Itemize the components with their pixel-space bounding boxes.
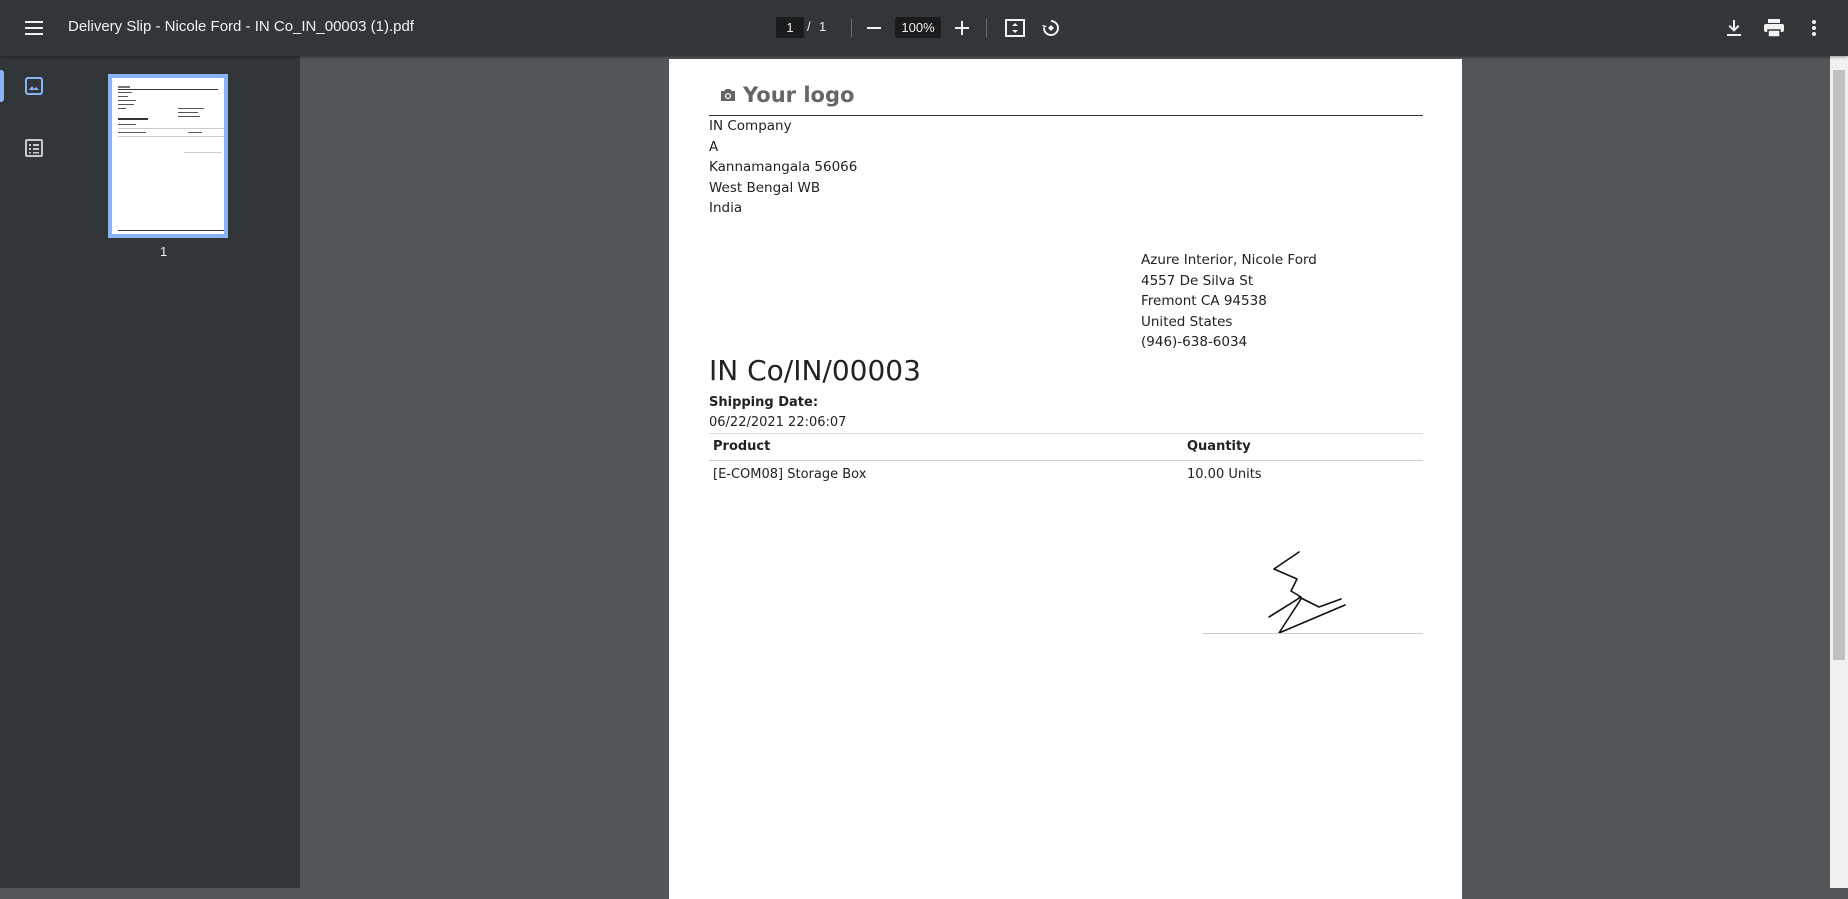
table-cell-quantity: 10.00 Units (1187, 467, 1262, 482)
table-header-quantity: Quantity (1187, 439, 1251, 454)
zoom-input[interactable]: 100% (895, 17, 941, 38)
logo-text: Your logo (743, 83, 855, 107)
zoom-out-button[interactable] (856, 10, 892, 46)
more-options-button[interactable] (1796, 10, 1832, 46)
download-icon (1727, 20, 1741, 36)
document-number: IN Co/IN/00003 (709, 354, 921, 387)
pdf-toolbar: Delivery Slip - Nicole Ford - IN Co_IN_0… (0, 0, 1848, 56)
thumbnail-page-number: 1 (160, 244, 168, 259)
address-line: (946)-638-6034 (1141, 334, 1248, 351)
camera-icon (721, 89, 735, 101)
pdf-page: Your logo IN Company A Kannamangala 5606… (669, 59, 1462, 899)
table-cell-product: [E-COM08] Storage Box (713, 467, 867, 482)
rotate-icon (1042, 20, 1059, 36)
scrollbar-thumb[interactable] (1833, 70, 1845, 660)
total-pages: 1 (819, 19, 827, 34)
address-line: India (709, 200, 743, 217)
address-line: A (709, 138, 719, 155)
download-button[interactable] (1716, 10, 1752, 46)
plus-icon (955, 21, 969, 35)
thumbnails-tab[interactable] (14, 68, 54, 104)
address-line: IN Company (709, 118, 792, 134)
address-line: West Bengal WB (709, 179, 821, 196)
more-vert-icon (1812, 20, 1816, 36)
rotate-button[interactable] (1033, 10, 1069, 46)
company-logo: Your logo (719, 83, 854, 107)
sidebar: 1 (0, 56, 300, 888)
current-page-input[interactable]: 1 (776, 17, 804, 38)
address-line: United States (1141, 313, 1233, 330)
outline-tab[interactable] (14, 130, 54, 166)
address-line: Fremont CA 94538 (1141, 293, 1267, 310)
fit-to-page-icon (1005, 19, 1025, 37)
document-title: Delivery Slip - Nicole Ford - IN Co_IN_0… (68, 18, 414, 35)
zoom-in-button[interactable] (944, 10, 980, 46)
address-line: Azure Interior, Nicole Ford (1141, 252, 1317, 268)
menu-button[interactable] (16, 10, 52, 46)
table-top-rule (709, 433, 1423, 434)
image-icon (25, 77, 43, 95)
fit-page-button[interactable] (997, 10, 1033, 46)
page-thumbnail[interactable] (108, 74, 228, 238)
address-line: Kannamangala 56066 (709, 159, 858, 176)
hamburger-icon (25, 21, 43, 35)
signature-image (1268, 551, 1346, 634)
print-button[interactable] (1756, 10, 1792, 46)
toolbar-divider (851, 19, 852, 37)
vertical-scrollbar[interactable] (1830, 56, 1848, 888)
table-header-product: Product (713, 439, 771, 454)
minus-icon (867, 27, 881, 29)
customer-address: Azure Interior, Nicole Ford 4557 De Silv… (1141, 250, 1317, 353)
signature-line (1203, 633, 1423, 634)
toolbar-divider (986, 19, 987, 37)
shipping-date-label: Shipping Date: (709, 395, 819, 410)
address-line: 4557 De Silva St (1141, 272, 1254, 289)
list-icon (25, 139, 43, 157)
active-tab-indicator (0, 70, 4, 102)
printer-icon (1764, 19, 1784, 37)
page-separator: / (807, 19, 811, 34)
document-viewer: Your logo IN Company A Kannamangala 5606… (300, 56, 1830, 899)
shipping-date-value: 06/22/2021 22:06:07 (709, 415, 847, 430)
company-address: IN Company A Kannamangala 56066 West Ben… (709, 116, 857, 219)
table-header-rule (709, 460, 1423, 461)
